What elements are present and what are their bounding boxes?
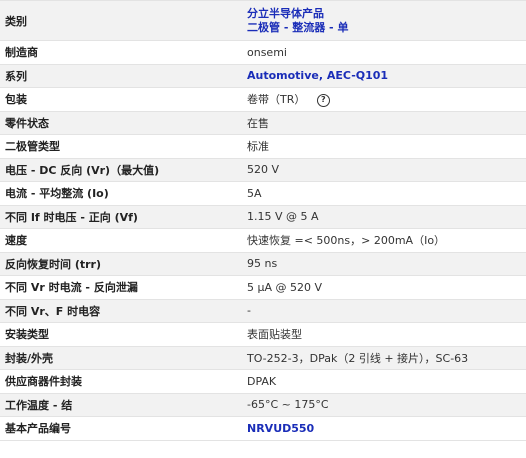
table-row: 电流 - 平均整流 (Io) 5A: [0, 182, 526, 206]
table-row: 工作温度 - 结 -65°C ~ 175°C: [0, 393, 526, 417]
row-label-reverse-voltage: 电压 - DC 反向 (Vr)（最大值): [5, 163, 160, 177]
row-value-recovery-time: 95 ns: [247, 257, 278, 271]
table-row: 不同 Vr、F 时电容 -: [0, 299, 526, 323]
table-row: 系列 Automotive, AEC-Q101: [0, 64, 526, 88]
row-value-forward-voltage: 1.15 V @ 5 A: [247, 210, 319, 224]
row-label-package-case: 封装/外壳: [5, 351, 54, 365]
table-row: 封装/外壳 TO-252-3，DPak（2 引线 + 接片），SC-63: [0, 346, 526, 370]
row-value-speed: 快速恢复 =< 500ns，> 200mA（Io）: [247, 234, 446, 248]
table-row: 二极管类型 标准: [0, 135, 526, 159]
help-circle-icon[interactable]: ?: [316, 93, 330, 107]
row-value-mounting-type: 表面贴装型: [247, 328, 302, 342]
row-label-mounting-type: 安装类型: [5, 328, 49, 342]
row-value-capacitance: -: [247, 304, 251, 318]
table-row: 不同 Vr 时电流 - 反向泄漏 5 µA @ 520 V: [0, 276, 526, 300]
row-label-packaging: 包装: [5, 93, 27, 107]
row-label-capacitance: 不同 Vr、F 时电容: [5, 304, 101, 318]
row-label-manufacturer: 制造商: [5, 46, 38, 60]
row-value-average-current: 5A: [247, 186, 262, 200]
table-row: 速度 快速恢复 =< 500ns，> 200mA（Io）: [0, 229, 526, 253]
row-label-leakage-current: 不同 Vr 时电流 - 反向泄漏: [5, 281, 138, 295]
row-value-part-status: 在售: [247, 116, 269, 130]
table-row: 制造商 onsemi: [0, 41, 526, 65]
series-link[interactable]: Automotive, AEC-Q101: [247, 69, 526, 82]
table-row: 电压 - DC 反向 (Vr)（最大值) 520 V: [0, 158, 526, 182]
row-label-part-status: 零件状态: [5, 116, 49, 130]
table-row: 反向恢复时间 (trr) 95 ns: [0, 252, 526, 276]
table-row: 包装 卷带（TR） ?: [0, 88, 526, 112]
row-label-diode-type: 二极管类型: [5, 140, 60, 154]
table-row: 供应商器件封装 DPAK: [0, 370, 526, 394]
row-value-reverse-voltage: 520 V: [247, 163, 280, 177]
row-value-package-case: TO-252-3，DPak（2 引线 + 接片），SC-63: [247, 351, 469, 365]
row-label-forward-voltage: 不同 If 时电压 - 正向 (Vf): [5, 210, 138, 224]
category-link-rectifiers[interactable]: 二极管 - 整流器 - 单: [247, 21, 526, 35]
row-label-category: 类别: [5, 14, 27, 28]
category-link-discrete[interactable]: 分立半导体产品: [247, 7, 526, 21]
row-value-diode-type: 标准: [247, 140, 269, 154]
row-label-supplier-package: 供应商器件封装: [5, 375, 82, 389]
table-row: 安装类型 表面贴装型: [0, 323, 526, 347]
row-label-operating-temp: 工作温度 - 结: [5, 398, 73, 412]
packaging-text: 卷带（TR）: [247, 93, 306, 107]
spec-table: 类别 分立半导体产品 二极管 - 整流器 - 单 制造商 onsemi 系列 A…: [0, 0, 526, 441]
row-value-supplier-package: DPAK: [247, 374, 277, 388]
row-value-leakage-current: 5 µA @ 520 V: [247, 280, 323, 294]
table-row: 基本产品编号 NRVUD550: [0, 417, 526, 441]
row-label-speed: 速度: [5, 234, 27, 248]
row-label-base-product: 基本产品编号: [5, 422, 71, 436]
table-row: 零件状态 在售: [0, 111, 526, 135]
row-label-recovery-time: 反向恢复时间 (trr): [5, 257, 101, 271]
row-value-operating-temp: -65°C ~ 175°C: [247, 398, 329, 412]
row-value-category: 分立半导体产品 二极管 - 整流器 - 单: [247, 7, 526, 35]
row-value-packaging: 卷带（TR） ?: [247, 91, 526, 107]
row-label-series: 系列: [5, 69, 27, 83]
table-row: 不同 If 时电压 - 正向 (Vf) 1.15 V @ 5 A: [0, 205, 526, 229]
row-value-manufacturer: onsemi: [247, 45, 287, 59]
table-row: 类别 分立半导体产品 二极管 - 整流器 - 单: [0, 1, 526, 41]
base-product-link[interactable]: NRVUD550: [247, 422, 526, 435]
row-label-average-current: 电流 - 平均整流 (Io): [5, 187, 109, 201]
